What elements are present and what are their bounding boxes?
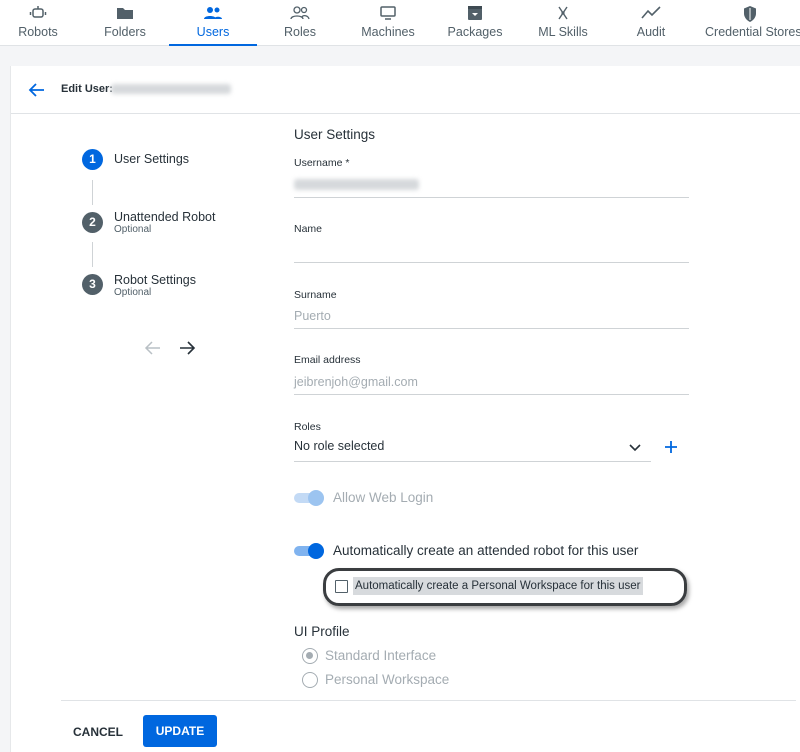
update-button[interactable]: UPDATE	[143, 715, 217, 747]
tab-packages[interactable]: Packages	[431, 0, 519, 46]
personal-workspace-radio-label[interactable]: Personal Workspace	[325, 672, 449, 687]
name-label: Name	[294, 223, 323, 235]
section-title: User Settings	[294, 127, 376, 142]
roles-underline	[294, 461, 651, 462]
standard-interface-radio[interactable]	[302, 648, 318, 664]
tab-robots[interactable]: Robots	[0, 0, 82, 46]
machine-icon	[344, 5, 432, 23]
email-input[interactable]: jeibrenjoh@gmail.com	[294, 375, 418, 389]
back-arrow-icon[interactable]	[27, 80, 47, 100]
tab-label: Packages	[447, 25, 503, 39]
auto-attended-robot-toggle[interactable]	[294, 541, 326, 561]
step-3-indicator[interactable]: 3	[82, 274, 103, 295]
folder-icon	[81, 5, 169, 23]
next-step-arrow-icon[interactable]	[178, 340, 196, 356]
tab-label: ML Skills	[538, 25, 588, 39]
tab-roles[interactable]: Roles	[256, 0, 344, 46]
step-2-indicator[interactable]: 2	[82, 212, 103, 233]
tab-credential-stores[interactable]: Credential Stores	[705, 0, 800, 46]
robot-icon	[0, 5, 82, 23]
surname-underline	[294, 328, 689, 329]
tab-label: Audit	[636, 25, 666, 39]
cancel-button[interactable]: CANCEL	[63, 717, 133, 747]
name-underline	[294, 262, 689, 263]
add-role-plus-icon[interactable]	[663, 439, 679, 455]
email-underline	[294, 394, 689, 395]
surname-label: Surname	[294, 289, 337, 301]
roles-icon	[256, 5, 344, 23]
username-underline	[294, 197, 689, 198]
chevron-down-icon[interactable]	[628, 441, 642, 453]
credential-shield-icon	[705, 5, 795, 23]
roles-label: Roles	[294, 421, 321, 433]
personal-workspace-label[interactable]: Automatically create a Personal Workspac…	[353, 577, 643, 595]
auto-attended-robot-label: Automatically create an attended robot f…	[333, 543, 639, 558]
roles-select[interactable]: No role selected	[294, 439, 384, 453]
allow-web-login-toggle[interactable]	[294, 488, 326, 508]
step-2-subtitle: Optional	[114, 224, 152, 235]
users-icon	[169, 5, 257, 23]
tab-label: Users	[196, 25, 230, 39]
step-3-subtitle: Optional	[114, 287, 152, 298]
tab-label: Roles	[284, 25, 316, 39]
tab-audit[interactable]: Audit	[607, 0, 695, 46]
tab-machines[interactable]: Machines	[344, 0, 432, 46]
edit-user-panel: Edit User: 1 User Settings 2 Unattended …	[10, 66, 800, 752]
redacted-username	[111, 84, 231, 94]
personal-workspace-checkbox[interactable]	[335, 580, 348, 593]
tab-users[interactable]: Users	[169, 0, 257, 46]
allow-web-login-label: Allow Web Login	[333, 490, 434, 505]
username-input[interactable]	[294, 179, 419, 190]
tab-label: Folders	[104, 25, 146, 39]
top-navigation: Robots Folders Users Roles Machines Pack…	[0, 0, 800, 46]
tab-label: Robots	[18, 25, 58, 39]
tab-label: Credential Stores	[705, 25, 800, 39]
username-label: Username *	[294, 157, 350, 169]
package-icon	[431, 5, 519, 23]
personal-workspace-radio[interactable]	[302, 672, 318, 688]
audit-icon	[607, 5, 695, 23]
footer-divider	[61, 700, 796, 701]
panel-header: Edit User:	[11, 66, 800, 114]
ml-skills-icon	[519, 5, 607, 23]
step-1-title[interactable]: User Settings	[114, 152, 189, 166]
standard-interface-label[interactable]: Standard Interface	[325, 648, 436, 663]
tab-label: Machines	[361, 25, 415, 39]
surname-input[interactable]: Puerto	[294, 309, 331, 323]
ui-profile-label: UI Profile	[294, 624, 350, 639]
tab-folders[interactable]: Folders	[81, 0, 169, 46]
step-3-title[interactable]: Robot Settings	[114, 273, 196, 287]
step-connector	[92, 180, 93, 205]
email-label: Email address	[294, 354, 361, 366]
edit-user-label: Edit User:	[61, 83, 113, 95]
step-1-indicator[interactable]: 1	[82, 149, 103, 170]
tab-ml-skills[interactable]: ML Skills	[519, 0, 607, 46]
step-connector	[92, 242, 93, 267]
previous-step-arrow-icon[interactable]	[144, 340, 162, 356]
step-2-title[interactable]: Unattended Robot	[114, 210, 215, 224]
